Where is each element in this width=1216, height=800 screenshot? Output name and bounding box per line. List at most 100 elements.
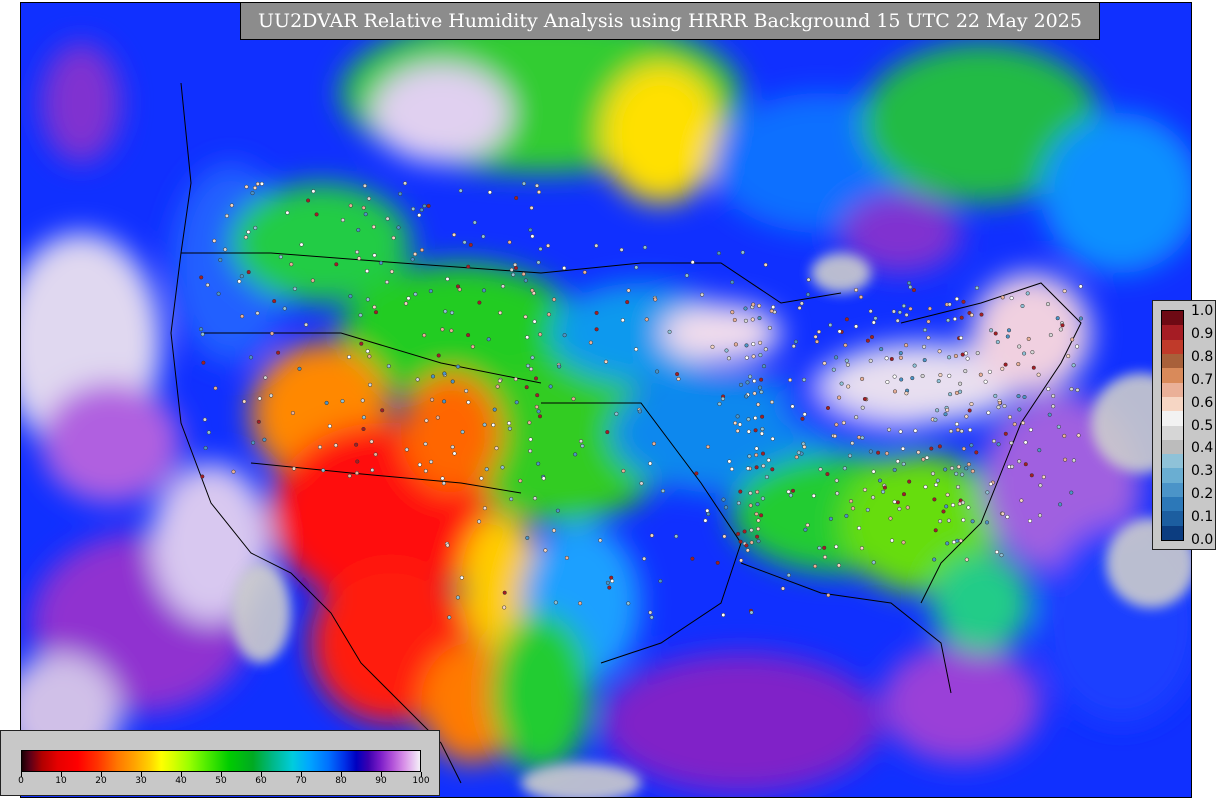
station-marker [428,289,433,294]
station-marker [557,364,562,369]
obs-colorbar-tick-label: 0.1 [1191,509,1214,526]
station-marker [739,558,744,563]
station-marker [532,496,538,501]
station-marker [934,482,939,487]
station-marker [721,612,726,618]
obs-colorbar-tick-label: 0.6 [1191,394,1214,411]
station-marker [1029,473,1034,478]
station-marker [1062,433,1067,438]
station-marker [536,461,541,466]
station-marker [961,518,966,523]
station-marker [724,348,729,353]
station-marker [733,421,738,426]
station-marker [536,260,541,265]
rh-colorbar-tick-label: 30 [135,776,147,786]
station-marker [634,347,639,352]
station-marker [649,533,654,538]
station-marker [534,404,539,409]
station-marker [1010,464,1015,469]
station-marker [441,481,446,486]
station-marker [987,369,992,374]
station-marker [525,363,531,368]
station-marker [884,356,889,361]
station-marker [933,528,938,533]
station-marker [619,247,624,252]
station-marker [361,415,366,420]
station-marker [578,601,583,606]
station-marker [201,360,206,365]
station-marker [482,506,487,511]
station-marker [609,575,614,580]
station-marker [760,451,766,456]
station-marker [786,489,791,494]
station-marker [945,541,950,546]
station-marker [334,262,339,267]
station-marker [386,364,391,369]
station-marker [932,557,937,562]
station-marker [879,347,884,352]
station-marker [994,549,999,555]
station-marker [835,491,840,496]
station-marker [753,415,758,421]
station-marker [442,399,447,404]
station-marker [363,212,368,217]
station-marker [761,364,767,369]
station-marker [231,469,236,474]
station-marker [527,420,532,425]
station-marker [951,540,957,545]
station-marker [966,505,971,510]
station-marker [910,376,915,381]
obs-colorbar-segment [1162,353,1183,370]
station-marker [357,256,362,261]
station-marker [825,405,831,411]
station-marker [993,393,998,398]
station-marker [960,352,965,357]
station-marker [1051,404,1056,409]
station-marker [472,220,477,225]
station-marker [502,590,507,595]
station-marker [529,367,534,372]
station-marker [459,575,464,580]
station-marker [1022,394,1027,400]
station-marker [487,190,492,195]
station-marker [715,560,720,565]
station-marker [1019,498,1024,503]
station-marker [926,319,931,324]
station-marker [995,339,1000,345]
station-marker [751,342,756,347]
station-marker [1045,302,1051,307]
station-marker [751,354,756,359]
station-marker [514,195,519,201]
station-marker [455,595,460,600]
station-marker [970,519,975,524]
obs-colorbar-segment [1162,425,1183,441]
station-marker [507,240,512,245]
station-marker [445,276,450,282]
station-marker [1058,327,1063,332]
station-marker [536,190,542,195]
station-marker [907,280,912,286]
station-marker [837,395,842,400]
station-marker [892,499,897,504]
station-marker [978,372,983,377]
station-marker [321,468,326,473]
station-marker [404,447,409,452]
station-marker [694,471,699,476]
station-marker [250,191,255,196]
station-marker [513,377,518,382]
station-marker [932,497,937,502]
station-marker [524,385,529,390]
station-marker [865,338,870,343]
station-marker [885,379,890,385]
station-marker [224,213,229,218]
station-marker [1030,350,1035,355]
station-marker [850,441,855,446]
station-marker [706,511,711,517]
observation-colorbar: 1.0 0.9 0.8 0.7 0.6 0.5 0.4 0.3 0.2 0.1 0.0 [1152,300,1216,550]
station-marker [749,528,754,533]
station-marker [513,265,519,271]
station-marker [447,615,452,620]
station-marker [930,471,936,476]
station-marker [306,198,311,203]
station-marker [290,410,295,416]
